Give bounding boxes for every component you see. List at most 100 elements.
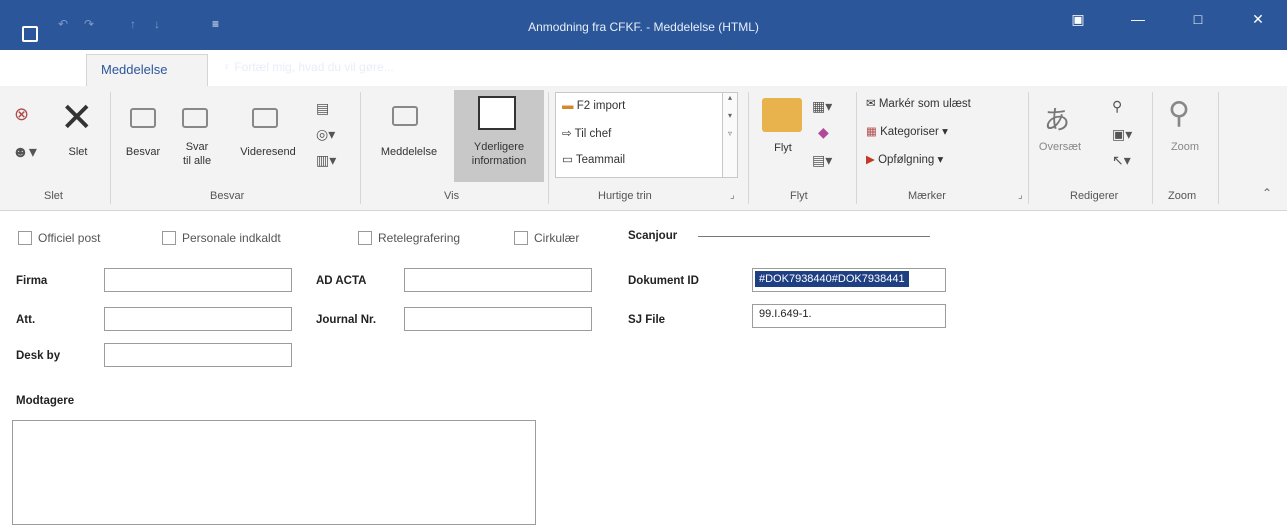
dokument-id-label: Dokument ID	[628, 275, 699, 287]
group-label-editing: Redigerer	[1070, 190, 1119, 202]
dokument-id-field[interactable]: #DOK7938440#DOK7938441	[752, 268, 946, 292]
quick-step-teammail[interactable]: ▭ Teammail	[562, 152, 625, 166]
modtagere-field[interactable]	[12, 420, 536, 525]
message-view-icon[interactable]	[392, 106, 418, 126]
move-folder-icon[interactable]	[762, 98, 802, 132]
group-label-view: Vis	[444, 190, 460, 202]
checkbox-personale-indkaldt[interactable]: Personale indkaldt	[162, 231, 281, 245]
firma-label: Firma	[16, 275, 48, 287]
dokument-id-selection: #DOK7938440#DOK7938441	[755, 271, 909, 287]
translate-icon[interactable]: あ	[1044, 100, 1070, 137]
select-icon[interactable]: ↖▾	[1112, 152, 1131, 169]
reply-all-button[interactable]: Svar til alle	[172, 140, 222, 168]
group-label-delete: Slet	[44, 190, 63, 202]
scanjour-divider	[698, 236, 930, 237]
ad-acta-field[interactable]	[404, 268, 592, 292]
dialog-launcher-icon[interactable]: ⌟	[1018, 190, 1023, 201]
reply-button[interactable]: Besvar	[120, 145, 166, 159]
collapse-ribbon-icon[interactable]: ⌃	[1262, 186, 1272, 200]
modtagere-label: Modtagere	[16, 395, 75, 407]
more-info-line1: Yderligere	[473, 141, 525, 153]
quick-step-til-chef[interactable]: ⇨ Til chef	[562, 126, 611, 140]
forward-button[interactable]: Videresend	[228, 145, 308, 159]
maximize-icon[interactable]: □	[1168, 0, 1228, 38]
desk-by-field[interactable]	[104, 343, 292, 367]
tell-me-search[interactable]: ♀ Fortæl mig, hvad du vil gøre...	[222, 60, 394, 74]
lightbulb-icon: ♀	[222, 60, 231, 74]
group-separator	[548, 92, 549, 204]
delete-button[interactable]: Slet	[60, 145, 96, 159]
checkbox-officiel-post[interactable]: Officiel post	[18, 231, 100, 245]
checkbox-label: Officiel post	[38, 231, 101, 245]
desk-by-label: Desk by	[16, 350, 61, 362]
close-icon[interactable]: ✕	[1228, 0, 1287, 38]
checkbox-cirkulaer[interactable]: Cirkulær	[514, 231, 579, 245]
quick-step-label: Teammail	[575, 154, 626, 166]
reply-all-icon[interactable]	[182, 108, 208, 128]
forward-icon[interactable]	[252, 108, 278, 128]
att-label: Att.	[16, 314, 36, 326]
tab-file[interactable]: Filer	[20, 64, 43, 78]
junk-icon[interactable]: ☻▾	[12, 142, 37, 162]
actions-icon[interactable]: ▤▾	[812, 152, 832, 169]
att-field[interactable]	[104, 307, 292, 331]
group-label-zoom: Zoom	[1168, 190, 1197, 202]
minimize-icon[interactable]: —	[1108, 0, 1168, 38]
categorize-label: Kategoriser	[880, 126, 939, 138]
quick-step-icon: ⇨	[562, 128, 572, 140]
reply-icon[interactable]	[130, 108, 156, 128]
flag-icon: ▶	[866, 154, 875, 166]
followup-label: Opfølgning	[878, 154, 935, 166]
onenote-icon[interactable]: ◆	[818, 124, 829, 141]
categorize-button[interactable]: ▦ Kategoriser ▾	[866, 124, 948, 138]
group-label-tags: Mærker	[908, 190, 946, 202]
folder-icon	[478, 96, 516, 130]
meeting-icon[interactable]: ▤	[316, 100, 329, 117]
group-separator	[1218, 92, 1219, 204]
tab-message-label: Meddelelse	[101, 62, 168, 77]
followup-button[interactable]: ▶ Opfølgning ▾	[866, 152, 943, 166]
quick-steps-scrollbar[interactable]: ▴ ▾ ▿	[722, 92, 738, 178]
zoom-icon[interactable]: ⚲	[1168, 96, 1190, 131]
sj-file-field[interactable]: 99.I.649-1.	[752, 304, 946, 328]
group-label-respond: Besvar	[210, 190, 245, 202]
group-separator	[748, 92, 749, 204]
move-button[interactable]: Flyt	[768, 141, 798, 155]
group-separator	[360, 92, 361, 204]
checkbox-box[interactable]	[162, 231, 176, 245]
zoom-button[interactable]: Zoom	[1160, 140, 1210, 154]
journal-nr-label: Journal Nr.	[316, 314, 377, 326]
quick-step-label: F2 import	[576, 100, 626, 112]
ignore-icon[interactable]: ⊗	[14, 104, 29, 125]
firma-field[interactable]	[104, 268, 292, 292]
tab-message[interactable]: Meddelelse	[86, 54, 208, 88]
quick-step-f2-import[interactable]: ▬ F2 import	[562, 100, 625, 112]
mark-unread-button[interactable]: ✉ Markér som ulæst	[866, 96, 971, 110]
reply-all-line2: til alle	[182, 155, 212, 167]
message-view-button[interactable]: Meddelelse	[368, 145, 450, 159]
group-separator	[1152, 92, 1153, 204]
im-icon[interactable]: ◎▾	[316, 126, 335, 143]
checkbox-label: Retelegrafering	[378, 231, 461, 245]
quick-step-label: Til chef	[574, 128, 612, 140]
checkbox-box[interactable]	[514, 231, 528, 245]
group-label-quick-steps: Hurtige trin	[598, 190, 652, 202]
ad-acta-label: AD ACTA	[316, 275, 367, 287]
related-icon[interactable]: ▣▾	[1112, 126, 1132, 143]
group-separator	[110, 92, 111, 204]
journal-nr-field[interactable]	[404, 307, 592, 331]
rules-icon[interactable]: ▦▾	[812, 98, 832, 115]
translate-button[interactable]: Oversæt	[1036, 140, 1084, 154]
mark-unread-icon: ✉	[866, 98, 876, 110]
group-label-move: Flyt	[790, 190, 808, 202]
dialog-launcher-icon[interactable]: ⌟	[730, 190, 735, 201]
find-icon[interactable]: ⚲	[1112, 98, 1122, 115]
ribbon-display-options-icon[interactable]: ▣	[1048, 0, 1108, 38]
checkbox-retelegrafering[interactable]: Retelegrafering	[358, 231, 460, 245]
delete-icon[interactable]: ✕	[60, 98, 94, 138]
more-respond-icon[interactable]: ▥▾	[316, 152, 336, 169]
checkbox-box[interactable]	[18, 231, 32, 245]
dropdown-arrow-icon: ▾	[937, 154, 944, 166]
checkbox-box[interactable]	[358, 231, 372, 245]
reply-all-line1: Svar	[185, 141, 209, 153]
